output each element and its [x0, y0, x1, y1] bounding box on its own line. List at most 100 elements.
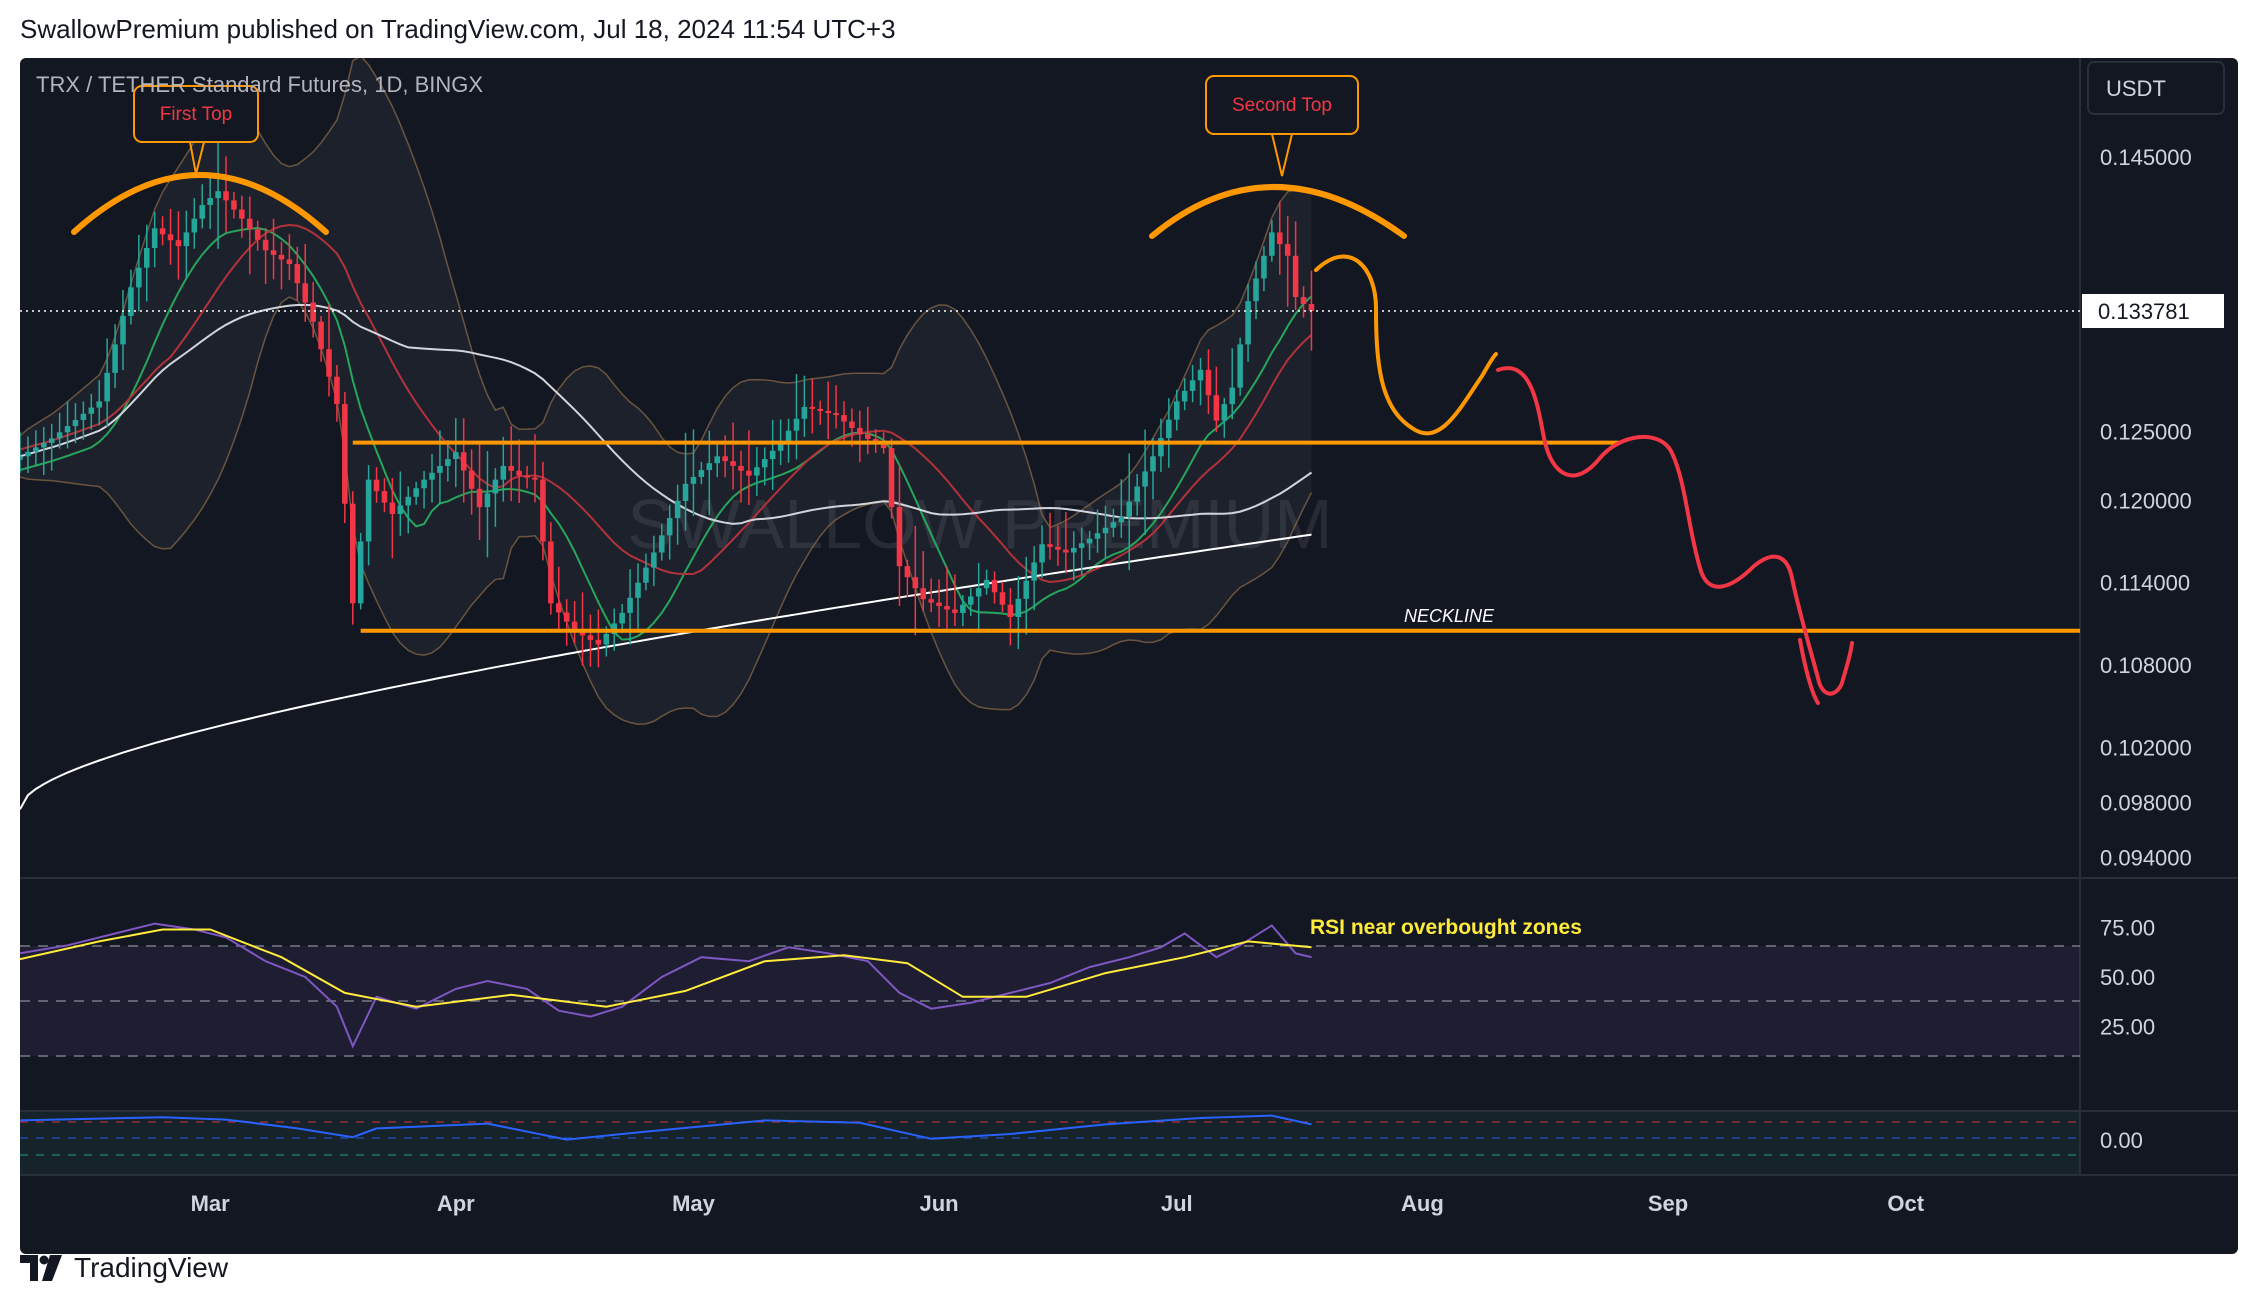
- candle-body: [793, 418, 800, 431]
- candle-body: [635, 582, 641, 598]
- candle-body: [1308, 303, 1315, 311]
- candle-body: [278, 254, 285, 260]
- candle-body: [294, 264, 301, 284]
- candle-body: [231, 200, 237, 210]
- candle-body: [857, 427, 863, 435]
- candle-body: [1173, 401, 1180, 420]
- candle-body: [714, 456, 721, 464]
- second-top-callout-pointer: [1271, 133, 1293, 177]
- candle-body: [1126, 501, 1133, 517]
- candle-body: [1213, 395, 1220, 421]
- time-tick-label: Oct: [1887, 1191, 1924, 1216]
- candle-body: [421, 479, 427, 489]
- candle-body: [722, 456, 728, 462]
- candle-body: [952, 609, 958, 613]
- candle-body: [658, 535, 665, 553]
- candle-body: [413, 488, 419, 497]
- candle-body: [1221, 404, 1228, 421]
- candle-body: [643, 567, 649, 583]
- chart-panel[interactable]: SWALLOW PREMIUM First Top Second Top TRX…: [20, 58, 2238, 1254]
- rsi-tick-label: 25.00: [2100, 1015, 2155, 1040]
- candle-body: [896, 507, 903, 567]
- time-tick-label: Sep: [1648, 1191, 1688, 1216]
- currency-button-label[interactable]: USDT: [2106, 76, 2166, 101]
- candle-body: [199, 204, 206, 219]
- candle-body: [944, 606, 950, 610]
- candle-body: [270, 250, 277, 255]
- candle-body: [1205, 369, 1212, 396]
- candle-body: [342, 404, 348, 504]
- candle-body: [730, 461, 736, 466]
- candle-body: [532, 477, 538, 480]
- candle-body: [1245, 301, 1251, 345]
- tradingview-brand: TradingView: [74, 1252, 229, 1283]
- candle-body: [254, 229, 261, 240]
- candle-body: [1189, 380, 1196, 391]
- candle-body: [1094, 533, 1101, 539]
- candle-body: [1229, 387, 1236, 405]
- page: SwallowPremium published on TradingView.…: [0, 0, 2252, 1300]
- candle-body: [1284, 244, 1291, 256]
- current-price-tag-label: 0.133781: [2098, 299, 2190, 324]
- price-tick-label: 0.120000: [2100, 488, 2192, 513]
- candle-body: [983, 579, 990, 589]
- candle-body: [754, 467, 760, 476]
- time-tick-label: Jun: [920, 1191, 959, 1216]
- candle-body: [967, 596, 974, 605]
- candle-body: [682, 483, 689, 501]
- candle-body: [761, 459, 768, 468]
- candle-body: [318, 321, 324, 350]
- tradingview-logo[interactable]: TradingView: [20, 1248, 228, 1288]
- candle-body: [825, 410, 831, 414]
- candle-body: [769, 450, 776, 460]
- time-tick-label: Aug: [1401, 1191, 1444, 1216]
- candle-body: [167, 234, 174, 241]
- candle-body: [239, 209, 245, 219]
- candle-body: [175, 240, 182, 247]
- price-tick-label: 0.114000: [2100, 571, 2190, 596]
- candle-body: [690, 476, 697, 484]
- tradingview-logo-icon: [20, 1255, 62, 1281]
- rsi-tick-label: 75.00: [2100, 916, 2155, 941]
- candle-body: [524, 475, 530, 478]
- candle-body: [397, 505, 404, 515]
- candle-body: [698, 470, 705, 477]
- candle-body: [183, 232, 190, 247]
- candle-body: [540, 479, 546, 542]
- candle-body: [136, 267, 142, 288]
- candle-body: [310, 302, 316, 322]
- candle-body: [468, 470, 475, 489]
- candle-body: [999, 592, 1006, 605]
- candle-body: [563, 612, 570, 622]
- currency-button[interactable]: USDT: [2087, 61, 2225, 115]
- candle-body: [286, 259, 293, 265]
- candle-body: [334, 376, 340, 405]
- candle-body: [405, 496, 412, 506]
- candle-body: [651, 552, 657, 568]
- candle-body: [1150, 456, 1156, 472]
- candle-body: [1166, 419, 1172, 439]
- candle-body: [1047, 544, 1053, 547]
- candle-body: [357, 541, 364, 604]
- candle-body: [1055, 546, 1061, 550]
- second-top-label: Second Top: [1232, 95, 1332, 116]
- candle-body: [159, 228, 166, 235]
- candle-body: [888, 448, 895, 508]
- publish-header: SwallowPremium published on TradingView.…: [20, 14, 896, 44]
- candle-body: [151, 228, 158, 249]
- candle-body: [262, 239, 269, 251]
- candle-body: [429, 472, 435, 480]
- candle-body: [809, 406, 816, 409]
- candle-body: [40, 442, 47, 448]
- candle-body: [223, 191, 229, 201]
- candle-body: [460, 452, 467, 471]
- time-tick-label: Mar: [191, 1191, 231, 1216]
- candle-body: [1261, 255, 1267, 279]
- chart-svg[interactable]: SWALLOW PREMIUM First Top Second Top TRX…: [20, 58, 2238, 1254]
- first-top-label: First Top: [160, 104, 233, 125]
- candle-body: [373, 479, 380, 492]
- time-tick-label: May: [672, 1191, 716, 1216]
- candle-body: [1007, 604, 1014, 618]
- overlay-layer: [20, 58, 1313, 810]
- candle-body: [1063, 549, 1069, 553]
